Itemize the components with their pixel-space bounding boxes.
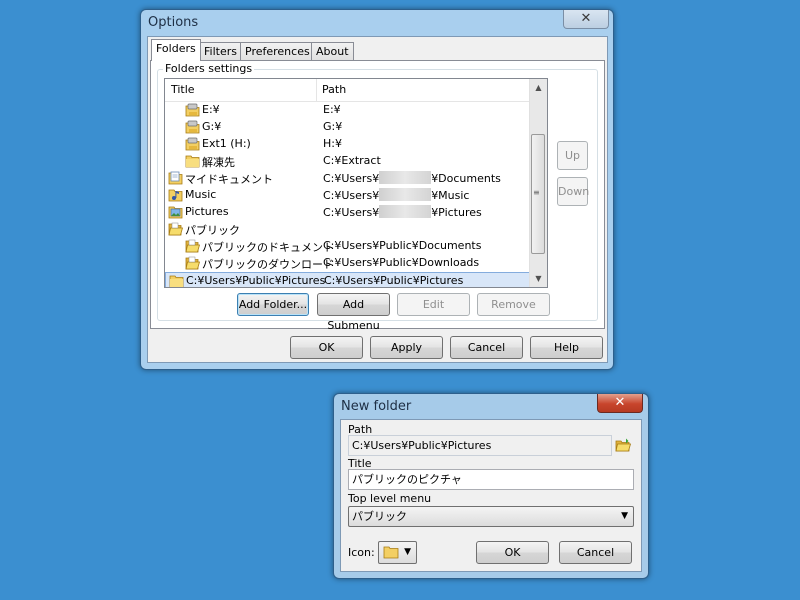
list-item[interactable]: Pictures C:¥Users¥ ¥Pictures <box>165 204 531 221</box>
row-path: H:¥ <box>323 137 342 150</box>
drive-icon <box>185 137 200 151</box>
tab-filters[interactable]: Filters <box>199 42 242 61</box>
pictures-icon <box>168 205 183 219</box>
icon-select-folder-icon <box>383 545 399 559</box>
drive-icon <box>185 120 200 134</box>
list-item[interactable]: E:¥ E:¥ <box>165 102 531 119</box>
redacted-username <box>379 188 432 201</box>
list-vertical-scrollbar[interactable]: ▲ ≡ ▼ <box>529 79 547 287</box>
list-item[interactable]: Ext1 (H:) H:¥ <box>165 136 531 153</box>
list-item[interactable]: Music C:¥Users¥ ¥Music <box>165 187 531 204</box>
tab-about[interactable]: About <box>311 42 354 61</box>
list-item[interactable]: パブリックのドキュメント C:¥Users¥Public¥Documents <box>165 238 531 255</box>
open-folder-icon <box>185 256 200 270</box>
list-item[interactable]: マイドキュメント C:¥Users¥ ¥Documents <box>165 170 531 187</box>
options-close-button[interactable]: ✕ <box>563 10 609 29</box>
browse-open-folder-icon[interactable] <box>615 437 631 453</box>
row-title: G:¥ <box>202 120 222 133</box>
row-path: C:¥Users¥Public¥Pictures <box>324 274 464 287</box>
row-title: パブリックのダウンロード <box>202 258 334 271</box>
documents-icon <box>168 171 183 185</box>
redacted-username <box>379 205 432 218</box>
move-down-button[interactable]: Down <box>557 177 589 206</box>
open-folder-icon <box>185 239 200 253</box>
icon-dropdown-arrow-icon: ▼ <box>404 547 411 557</box>
apply-button[interactable]: Apply <box>370 336 443 359</box>
row-title: 解凍先 <box>202 156 235 169</box>
row-path: C:¥Users¥Public¥Documents <box>323 239 482 252</box>
row-title: マイドキュメント <box>185 173 273 186</box>
tab-folders[interactable]: Folders <box>151 39 201 61</box>
top-level-menu-select[interactable]: パブリック ▼ <box>348 506 634 527</box>
row-path: C:¥Users¥ ¥Pictures <box>323 205 482 219</box>
list-header: Title Path <box>165 79 531 102</box>
icon-select[interactable]: ▼ <box>378 541 417 564</box>
top-level-menu-label: Top level menu <box>348 492 432 505</box>
new-folder-ok-button[interactable]: OK <box>476 541 549 564</box>
move-up-button[interactable]: Up <box>557 141 588 170</box>
cancel-button[interactable]: Cancel <box>450 336 523 359</box>
path-field[interactable]: C:¥Users¥Public¥Pictures <box>348 435 612 456</box>
music-icon <box>168 188 183 202</box>
new-folder-dialog-title: New folder <box>341 399 412 414</box>
row-title: パブリック <box>185 224 240 237</box>
ok-button[interactable]: OK <box>290 336 363 359</box>
row-path: G:¥ <box>323 120 343 133</box>
row-path: C:¥Users¥Public¥Downloads <box>323 256 480 269</box>
folder-list[interactable]: Title Path E:¥ E:¥ G:¥ G:¥ Ext1 (H:) H:¥ 解凍先 C:… <box>164 78 548 288</box>
column-header-title[interactable]: Title <box>166 79 195 101</box>
row-path: C:¥Users¥ ¥Documents <box>323 171 501 185</box>
scroll-grip-icon: ≡ <box>533 188 540 197</box>
icon-label: Icon: <box>348 546 375 559</box>
add-submenu-button[interactable]: Add Submenu <box>317 293 390 332</box>
row-path: C:¥Users¥ ¥Music <box>323 188 470 202</box>
row-title: C:¥Users¥Public¥Pictures <box>186 274 326 287</box>
column-header-path[interactable]: Path <box>317 79 346 101</box>
edit-button[interactable]: Edit <box>397 293 470 316</box>
list-item[interactable]: G:¥ G:¥ <box>165 119 531 136</box>
list-item[interactable]: 解凍先 C:¥Extract <box>165 153 531 170</box>
add-folder-button[interactable]: Add Folder... <box>237 293 309 316</box>
help-button[interactable]: Help <box>530 336 603 359</box>
row-path: C:¥Extract <box>323 154 381 167</box>
row-title: Ext1 (H:) <box>202 137 251 150</box>
row-title: Music <box>185 188 217 201</box>
new-folder-close-button[interactable]: ✕ <box>597 394 643 413</box>
tab-preferences[interactable]: Preferences <box>240 42 315 61</box>
folders-settings-label: Folders settings <box>163 62 255 75</box>
row-title: パブリックのドキュメント <box>202 241 334 254</box>
row-title: E:¥ <box>202 103 220 116</box>
new-folder-cancel-button[interactable]: Cancel <box>559 541 632 564</box>
scroll-up-arrow-icon[interactable]: ▲ <box>530 79 547 96</box>
folder-icon <box>169 274 184 287</box>
list-item[interactable]: C:¥Users¥Public¥Pictures C:¥Users¥Public¥… <box>165 272 531 287</box>
scroll-down-arrow-icon[interactable]: ▼ <box>530 270 547 287</box>
list-item[interactable]: パブリックのダウンロード C:¥Users¥Public¥Downloads <box>165 255 531 272</box>
drive-icon <box>185 103 200 117</box>
options-window-title: Options <box>148 15 199 30</box>
row-path: E:¥ <box>323 103 341 116</box>
row-title: Pictures <box>185 205 229 218</box>
title-field[interactable]: パブリックのピクチャ <box>348 469 634 490</box>
dropdown-arrow-icon: ▼ <box>621 511 628 521</box>
list-item[interactable]: パブリック <box>165 221 531 238</box>
redacted-username <box>379 171 432 184</box>
open-folder-icon <box>168 222 183 236</box>
remove-button[interactable]: Remove <box>477 293 550 316</box>
folder-icon <box>185 154 200 168</box>
